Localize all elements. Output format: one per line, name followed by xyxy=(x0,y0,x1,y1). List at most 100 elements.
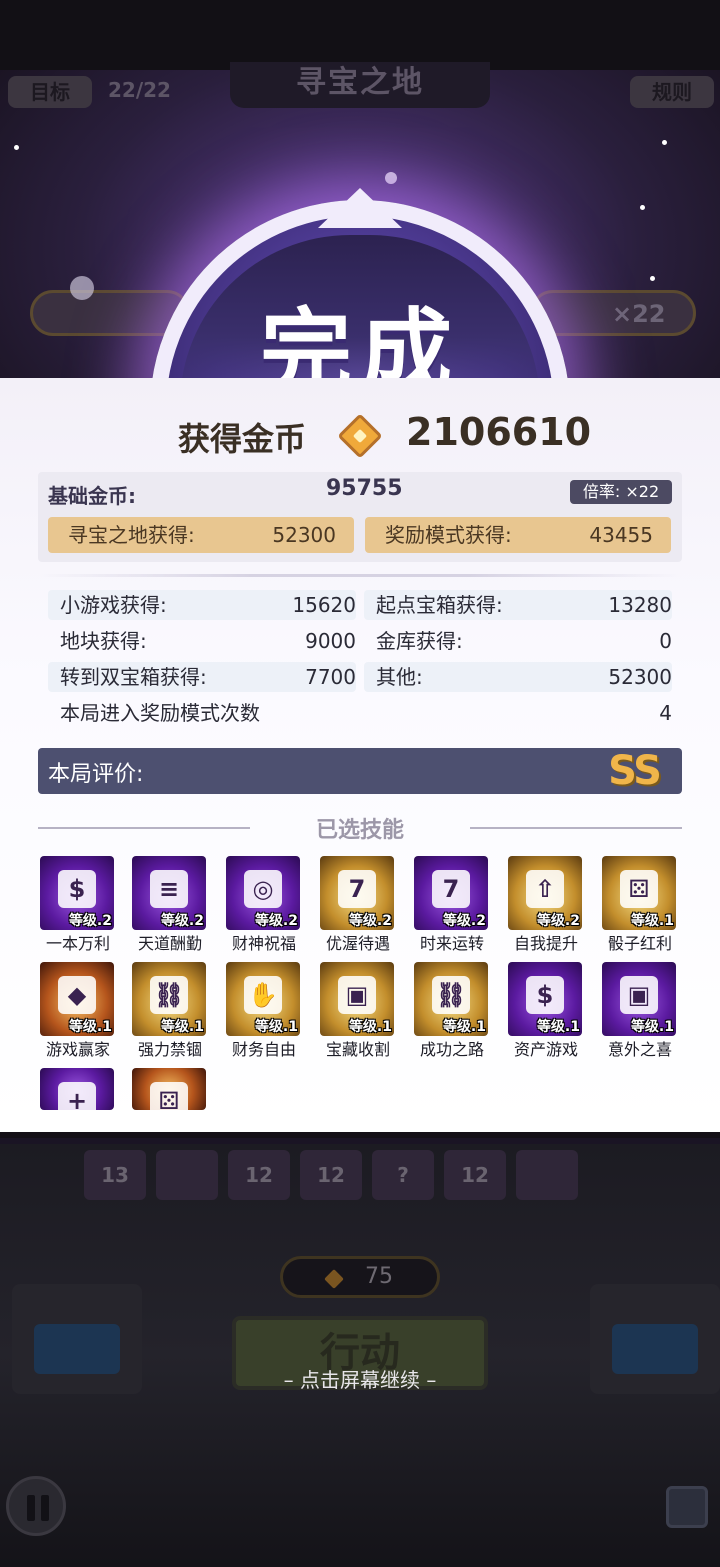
total-coins-row: 获得金币 2106610 xyxy=(0,408,720,464)
board-tile: ? xyxy=(372,1150,434,1200)
skill-level: 等级.2 xyxy=(536,913,580,929)
skill-tile: ▣ 等级.1 xyxy=(320,962,394,1036)
board-tile: 12 xyxy=(300,1150,362,1200)
results-panel[interactable]: 获得金币 2106610 基础金币: 95755 倍率: ×22 寻宝之地获得:… xyxy=(0,378,720,1138)
skill-level: 等级.1 xyxy=(630,913,674,929)
arrow-up-icon: ⇧ xyxy=(526,870,564,908)
stat-label: 小游戏获得: xyxy=(60,593,167,617)
skill-card[interactable]: ⛓ 等级.1 强力禁锢 xyxy=(132,962,208,1059)
base-coins-value: 95755 xyxy=(326,476,403,501)
skill-name: 一本万利 xyxy=(45,934,110,953)
treasure-earnings: 寻宝之地获得: 52300 xyxy=(48,517,354,553)
dice-icon: ⚄ xyxy=(620,870,658,908)
skill-name: 时来运转 xyxy=(419,934,484,953)
rating-bar: 本局评价: SS xyxy=(38,748,682,794)
skill-level: 等级.2 xyxy=(254,913,298,929)
rate-badge: 倍率: ×22 xyxy=(570,480,672,504)
stat-label: 转到双宝箱获得: xyxy=(60,665,207,689)
skill-tile: ⛓ 等级.1 xyxy=(414,962,488,1036)
board-tile: 12 xyxy=(444,1150,506,1200)
skill-card[interactable]: ✋ 等级.1 财务自由 xyxy=(226,962,302,1059)
coin-counter: 75 xyxy=(280,1256,440,1298)
skill-card[interactable]: ◆ 等级.1 游戏赢家 xyxy=(40,962,116,1059)
skill-card[interactable]: ▣ 等级.1 宝藏收割 xyxy=(320,962,396,1059)
skill-tile: ⚄ 等级.1 xyxy=(602,856,676,930)
section-divider xyxy=(38,574,682,577)
diamond-icon: ◆ xyxy=(58,976,96,1014)
board-tile: 13 xyxy=(84,1150,146,1200)
rating-grade: SS xyxy=(608,748,662,794)
skill-level: 等级.1 xyxy=(160,1019,204,1035)
skill-card[interactable]: $ 等级.1 资产游戏 xyxy=(508,962,584,1059)
coin-icon xyxy=(337,413,383,459)
skills-header: 已选技能 xyxy=(0,810,720,846)
chest-icon: ▣ xyxy=(338,976,376,1014)
stat-double-chest: 转到双宝箱获得: 7700 xyxy=(48,662,356,692)
skill-card[interactable]: 7 等级.2 时来运转 xyxy=(414,856,490,953)
skill-name: 骰子红利 xyxy=(607,934,672,953)
rating-label: 本局评价: xyxy=(48,762,144,787)
skill-level: 等级.1 xyxy=(254,1019,298,1035)
skill-card[interactable]: ≡ 等级.2 天道酬勤 xyxy=(132,856,208,953)
coins-icon: ◎ xyxy=(244,870,282,908)
stat-value: 52300 xyxy=(608,665,672,689)
reward-mode-earnings: 奖励模式获得: 43455 xyxy=(365,517,671,553)
tap-to-continue-hint[interactable]: – 点击屏幕继续 – xyxy=(0,1364,720,1393)
board-tile: 12 xyxy=(228,1150,290,1200)
skill-card[interactable]: ⇧ 等级.2 自我提升 xyxy=(508,856,584,953)
reward-mode-label: 奖励模式获得: xyxy=(385,523,512,547)
skill-card[interactable]: ⛓ 等级.1 成功之路 xyxy=(414,962,490,1059)
skill-name: 天道酬勤 xyxy=(137,934,202,953)
skill-name: 意外之喜 xyxy=(607,1040,672,1059)
stat-value: 4 xyxy=(659,701,672,725)
goal-button[interactable]: 目标 xyxy=(8,76,92,108)
skill-level: 等级.1 xyxy=(348,1019,392,1035)
skill-card[interactable]: ▣ 等级.1 意外之喜 xyxy=(602,962,678,1059)
pause-button[interactable] xyxy=(6,1476,66,1536)
skill-tile: ▣ 等级.1 xyxy=(602,962,676,1036)
chest-icon: ▣ xyxy=(620,976,658,1014)
stat-label: 金库获得: xyxy=(376,629,463,653)
total-coins-value: 2106610 xyxy=(406,410,592,454)
skill-tile: ◆ 等级.1 xyxy=(40,962,114,1036)
coin-stack-icon: ≡ xyxy=(150,870,188,908)
slot-seven-icon: 7 xyxy=(338,870,376,908)
skill-tile: ✋ 等级.1 xyxy=(226,962,300,1036)
skill-card[interactable]: ◎ 等级.2 财神祝福 xyxy=(226,856,302,953)
board-tile xyxy=(156,1150,218,1200)
chains-icon: ⛓ xyxy=(150,976,188,1014)
skill-tile: ◎ 等级.2 xyxy=(226,856,300,930)
coin-icon xyxy=(324,1269,344,1289)
skill-tile: ⇧ 等级.2 xyxy=(508,856,582,930)
page-title: 寻宝之地 xyxy=(230,62,490,108)
skills-header-line-right xyxy=(470,827,682,829)
stat-value: 7700 xyxy=(305,665,356,689)
board-tile-strip: 13 12 12 ? 12 xyxy=(84,1150,644,1202)
skill-name: 优渥待遇 xyxy=(325,934,390,953)
skill-tile: ⚄ xyxy=(132,1068,206,1110)
stat-other: 其他: 52300 xyxy=(364,662,672,692)
skill-tile: 7 等级.2 xyxy=(414,856,488,930)
skill-card[interactable]: ⚄ 等级.1 骰子红利 xyxy=(602,856,678,953)
board-tile xyxy=(516,1150,578,1200)
skill-card[interactable]: 7 等级.2 优渥待遇 xyxy=(320,856,396,953)
skill-level: 等级.2 xyxy=(348,913,392,929)
stat-value: 9000 xyxy=(305,629,356,653)
stat-label: 起点宝箱获得: xyxy=(376,593,503,617)
skill-card[interactable]: $ 等级.2 一本万利 xyxy=(40,856,116,953)
skill-level: 等级.2 xyxy=(442,913,486,929)
treasure-earnings-label: 寻宝之地获得: xyxy=(68,523,195,547)
skill-name: 成功之路 xyxy=(419,1040,484,1059)
stat-start-chest: 起点宝箱获得: 13280 xyxy=(364,590,672,620)
skill-name: 财务自由 xyxy=(231,1040,296,1059)
hands-icon: ✋ xyxy=(244,976,282,1014)
skill-tile: 7 等级.2 xyxy=(320,856,394,930)
rules-button[interactable]: 规则 xyxy=(630,76,714,108)
card-deck-icon[interactable] xyxy=(666,1486,708,1528)
multiplier-text: ×22 xyxy=(612,300,666,328)
stat-value: 0 xyxy=(659,629,672,653)
skill-name: 财神祝福 xyxy=(231,934,296,953)
skill-level: 等级.1 xyxy=(442,1019,486,1035)
chains-icon: ⛓ xyxy=(432,976,470,1014)
skill-tile: $ 等级.1 xyxy=(508,962,582,1036)
